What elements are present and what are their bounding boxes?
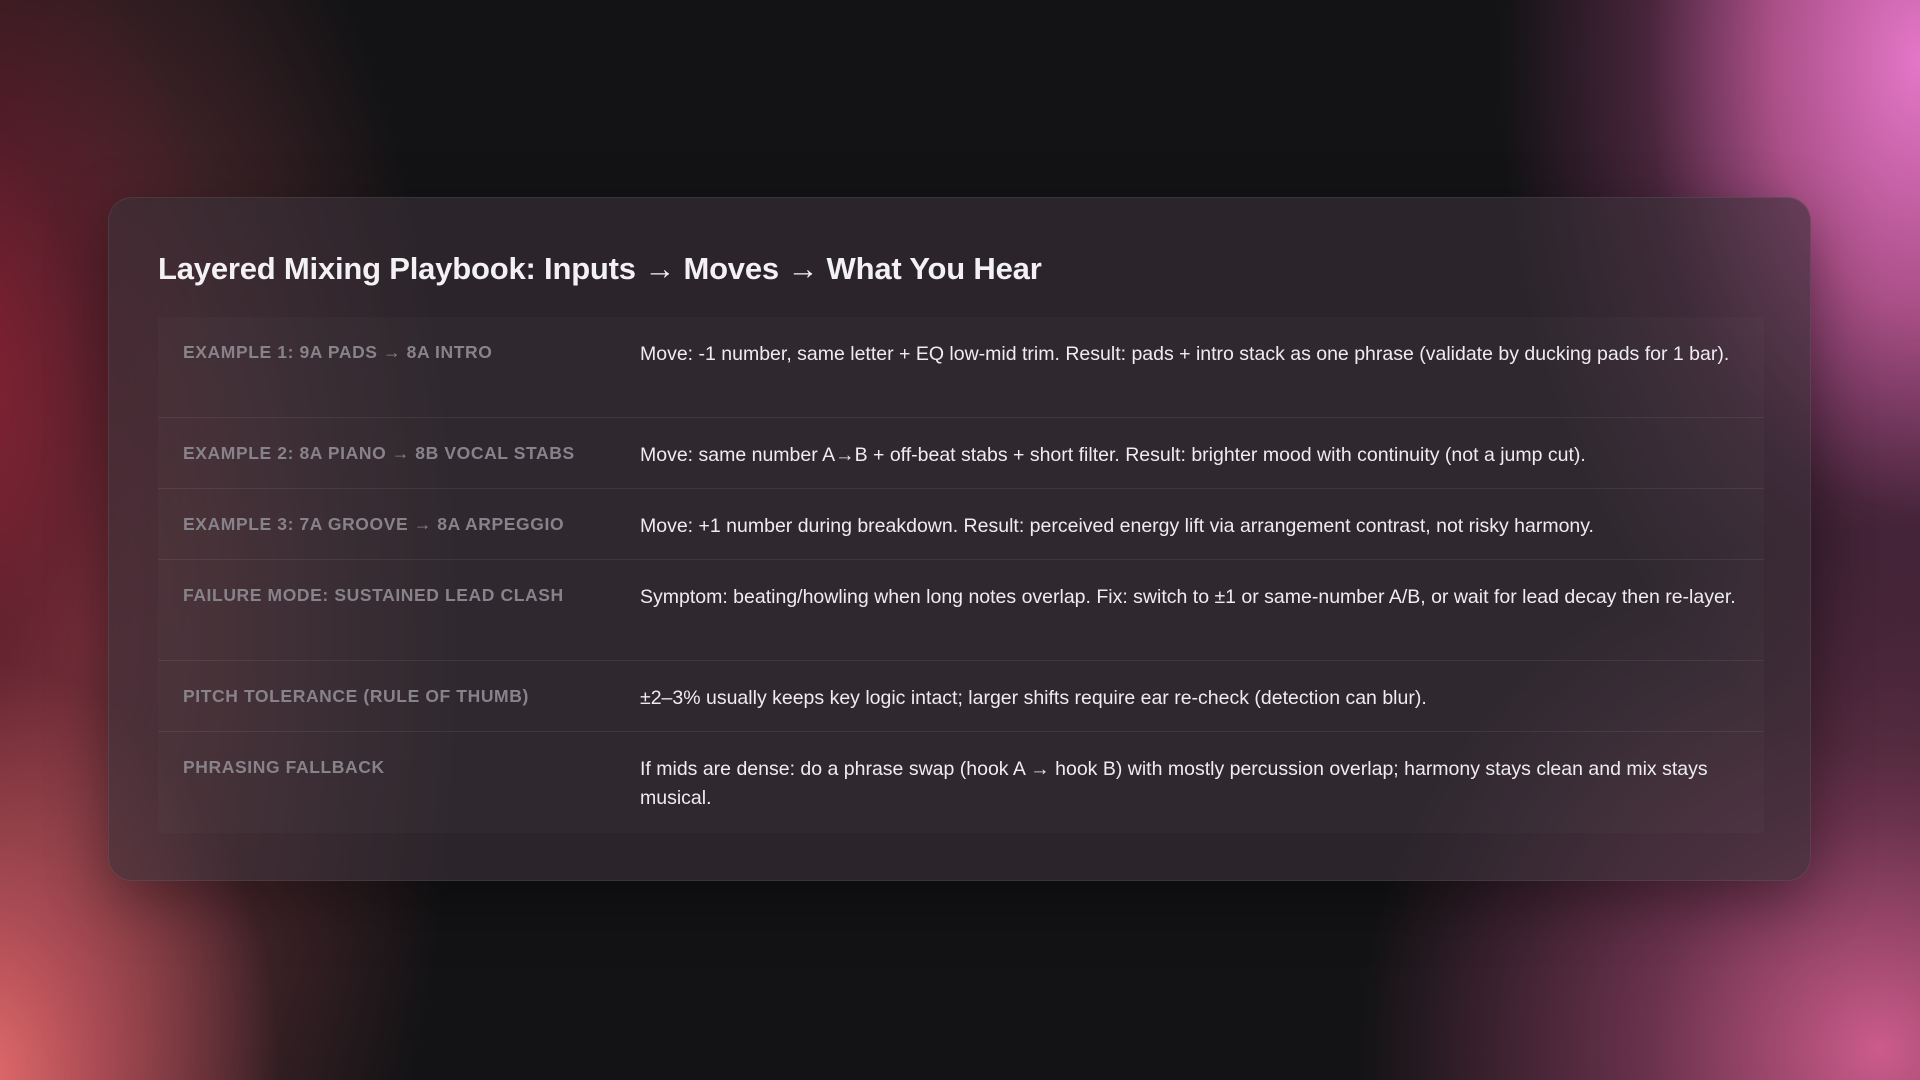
- row-label: Pitch tolerance (rule of thumb): [183, 686, 529, 706]
- table-row: Failure mode: sustained lead clash Sympt…: [158, 560, 1764, 661]
- row-label: Example 1: 9A pads → 8A intro: [183, 342, 493, 362]
- table-row: Example 3: 7A groove → 8A arpeggio Move:…: [158, 489, 1764, 560]
- card-title: Layered Mixing Playbook: Inputs → Moves …: [158, 251, 1042, 286]
- table-row: Pitch tolerance (rule of thumb) ±2–3% us…: [158, 661, 1764, 732]
- row-label: Example 3: 7A groove → 8A arpeggio: [183, 514, 565, 534]
- row-value: Move: -1 number, same letter + EQ low-mi…: [640, 343, 1730, 365]
- table-row: Example 2: 8A piano → 8B vocal stabs Mov…: [158, 418, 1764, 489]
- row-label: Phrasing fallback: [183, 757, 385, 777]
- row-label: Failure mode: sustained lead clash: [183, 585, 564, 605]
- playbook-table: Example 1: 9A pads → 8A intro Move: -1 n…: [158, 317, 1764, 833]
- row-value: Move: +1 number during breakdown. Result…: [640, 515, 1594, 537]
- row-value: Move: same number A→B + off-beat stabs +…: [640, 444, 1586, 466]
- row-value: ±2–3% usually keeps key logic intact; la…: [640, 687, 1427, 709]
- row-value: Symptom: beating/howling when long notes…: [640, 586, 1736, 608]
- row-label: Example 2: 8A piano → 8B vocal stabs: [183, 443, 575, 463]
- table-row: Example 1: 9A pads → 8A intro Move: -1 n…: [158, 317, 1764, 418]
- table-row: Phrasing fallback If mids are dense: do …: [158, 732, 1764, 833]
- row-value: If mids are dense: do a phrase swap (hoo…: [640, 758, 1708, 809]
- playbook-card: Layered Mixing Playbook: Inputs → Moves …: [108, 197, 1811, 881]
